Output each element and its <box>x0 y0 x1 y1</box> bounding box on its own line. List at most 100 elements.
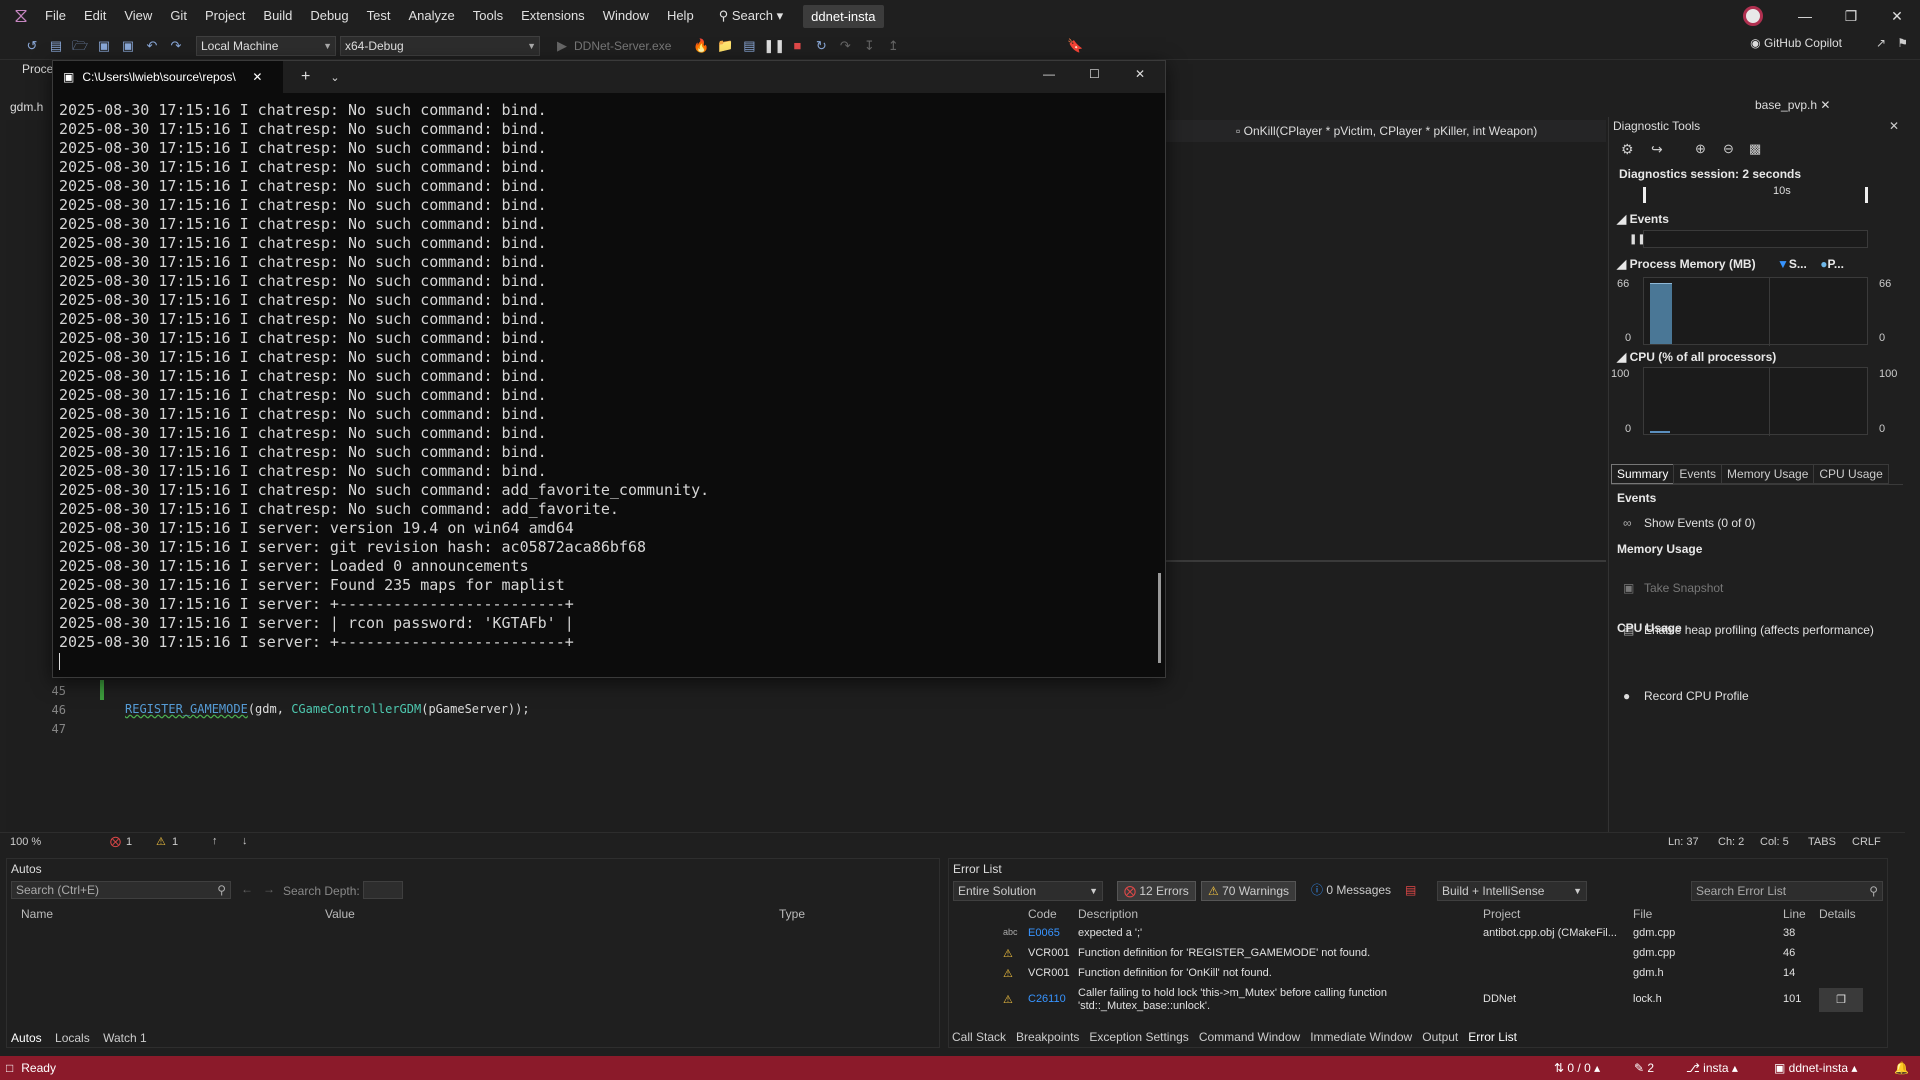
start-debug-icon[interactable]: ▶ <box>552 36 572 56</box>
menu-debug[interactable]: Debug <box>301 0 357 32</box>
tab-call-stack[interactable]: Call Stack <box>952 1030 1006 1044</box>
tab-events[interactable]: Events <box>1673 464 1723 484</box>
terminal-minimize-icon[interactable]: — <box>1043 67 1055 81</box>
menu-tools[interactable]: Tools <box>464 0 512 32</box>
tab-error-list[interactable]: Error List <box>1468 1030 1517 1044</box>
menu-test[interactable]: Test <box>358 0 400 32</box>
warnings-filter-button[interactable]: ⚠ 70 Warnings <box>1201 881 1297 901</box>
search-depth-select[interactable] <box>363 881 403 899</box>
sync-icon[interactable]: ⇅ 0 / 0 ▴ <box>1554 1061 1600 1075</box>
step-into-icon[interactable]: ↧ <box>859 36 879 56</box>
debug-target-combo[interactable]: Local Machine ▼ <box>196 35 336 56</box>
error-row[interactable]: ⚠ VCR001 Function definition for 'OnKill… <box>949 965 1887 985</box>
messages-filter-button[interactable]: ⓘ 0 Messages <box>1305 881 1397 901</box>
new-tab-icon[interactable]: + <box>301 68 310 86</box>
menu-build[interactable]: Build <box>254 0 301 32</box>
terminal-scrollbar[interactable] <box>1158 573 1161 663</box>
step-over-icon[interactable]: ↷ <box>835 36 855 56</box>
share-icon[interactable]: ↗ <box>1876 36 1886 50</box>
folder-icon[interactable]: 📁 <box>715 36 735 56</box>
tab-memory-usage[interactable]: Memory Usage <box>1721 464 1815 484</box>
reset-view-icon[interactable]: ▩ <box>1749 141 1761 157</box>
show-events-link[interactable]: ∞ Show Events (0 of 0) <box>1609 516 1905 530</box>
error-code[interactable]: E0065 <box>1028 927 1060 939</box>
line-ending[interactable]: CRLF <box>1852 836 1881 848</box>
col-project[interactable]: Project <box>1483 907 1520 921</box>
member-navigation-bar[interactable]: ▫ OnKill(CPlayer * pVictim, CPlayer * pK… <box>1166 120 1606 142</box>
menu-view[interactable]: View <box>115 0 161 32</box>
branch-indicator[interactable]: ⎇ insta ▴ <box>1686 1061 1738 1075</box>
copilot-button[interactable]: ◉ GitHub Copilot <box>1750 36 1842 50</box>
source-select[interactable]: Build + IntelliSense ▼ <box>1437 881 1587 901</box>
code-line-46[interactable]: REGISTER_GAMEMODE(gdm, CGameControllerGD… <box>125 702 530 716</box>
tab-locals[interactable]: Locals <box>55 1031 90 1045</box>
menu-help[interactable]: Help <box>658 0 703 32</box>
copy-details-icon[interactable]: ❐ <box>1819 988 1863 1012</box>
pause-icon[interactable]: ❚❚ <box>763 36 785 56</box>
tab-summary[interactable]: Summary <box>1611 464 1675 484</box>
close-icon[interactable]: ✕ <box>1874 0 1920 32</box>
zoom-level[interactable]: 100 % <box>10 836 41 848</box>
error-code[interactable]: C26110 <box>1028 993 1066 1005</box>
stop-icon[interactable]: ■ <box>787 36 807 56</box>
record-cpu-button[interactable]: ● Record CPU Profile <box>1609 689 1905 703</box>
bookmark-icon[interactable]: 🔖 <box>1065 36 1085 56</box>
menu-edit[interactable]: Edit <box>75 0 115 32</box>
warning-count[interactable]: 1 <box>172 836 178 848</box>
tab-exception-settings[interactable]: Exception Settings <box>1089 1030 1188 1044</box>
zoom-in-icon[interactable]: ⊕ <box>1695 141 1706 157</box>
terminal-window[interactable]: ▣ C:\Users\lwieb\source\repos\ ✕ + ⌄ — ☐… <box>52 60 1166 678</box>
forward-arrow-icon[interactable]: → <box>263 882 275 896</box>
menu-git[interactable]: Git <box>161 0 196 32</box>
menu-analyze[interactable]: Analyze <box>399 0 463 32</box>
redo-icon[interactable]: ↷ <box>166 36 186 56</box>
prev-issue-icon[interactable]: ↑ <box>212 835 218 847</box>
visual-studio-logo-icon[interactable]: ⧖ <box>6 0 36 32</box>
error-search-input[interactable]: Search Error List ⚲ <box>1691 881 1883 901</box>
dropdown-icon[interactable]: ⌄ <box>330 71 339 84</box>
zoom-out-icon[interactable]: ⊖ <box>1723 141 1734 157</box>
save-icon[interactable]: ▣ <box>94 36 114 56</box>
terminal-close-icon[interactable]: ✕ <box>1135 67 1145 81</box>
terminal-tab[interactable]: ▣ C:\Users\lwieb\source\repos\ ✕ <box>53 61 283 93</box>
settings-gear-icon[interactable]: ⚙ <box>1621 141 1634 158</box>
configuration-combo[interactable]: x64-Debug ▼ <box>340 35 540 56</box>
error-row[interactable]: abc E0065 expected a ';' antibot.cpp.obj… <box>949 925 1887 945</box>
account-avatar[interactable] <box>1743 6 1763 26</box>
scope-select[interactable]: Entire Solution ▼ <box>953 881 1103 901</box>
repo-indicator[interactable]: ▣ ddnet-insta ▴ <box>1774 1061 1857 1075</box>
terminal-output[interactable]: 2025-08-30 17:15:16 I chatresp: No such … <box>59 101 1151 669</box>
tab-close-icon[interactable]: ✕ <box>252 70 262 84</box>
file-tab-base-pvp[interactable]: base_pvp.h ✕ <box>1755 98 1830 112</box>
startup-item[interactable]: DDNet-Server.exe <box>574 39 671 53</box>
menu-project[interactable]: Project <box>196 0 254 32</box>
tab-immediate-window[interactable]: Immediate Window <box>1310 1030 1412 1044</box>
left-tab-fragment[interactable]: Proce <box>22 62 53 76</box>
indent-mode[interactable]: TABS <box>1808 836 1836 848</box>
panel-close-icon[interactable]: ✕ <box>1889 119 1899 133</box>
col-details[interactable]: Details <box>1819 907 1856 921</box>
search-button[interactable]: ⚲ Search ▾ <box>711 8 791 24</box>
menu-window[interactable]: Window <box>594 0 658 32</box>
undo-icon[interactable]: ↶ <box>142 36 162 56</box>
open-icon[interactable]: 🗁 <box>70 36 90 56</box>
timeline-ruler[interactable] <box>1643 187 1868 203</box>
cpu-heading[interactable]: ◢ CPU (% of all processors) <box>1609 350 1776 364</box>
menu-extensions[interactable]: Extensions <box>512 0 594 32</box>
col-line[interactable]: Line <box>1783 907 1806 921</box>
file-tab-gdm-h[interactable]: gdm.h <box>10 100 43 114</box>
tab-output[interactable]: Output <box>1422 1030 1458 1044</box>
new-item-icon[interactable]: ▤ <box>46 36 66 56</box>
back-arrow-icon[interactable]: ← <box>241 882 253 896</box>
changes-icon[interactable]: ✎ 2 <box>1634 1061 1654 1075</box>
step-out-icon[interactable]: ↥ <box>883 36 903 56</box>
col-code[interactable]: Code <box>1028 907 1057 921</box>
restart-icon[interactable]: ↻ <box>811 36 831 56</box>
filter-icon[interactable]: ▤ <box>1405 883 1416 897</box>
next-issue-icon[interactable]: ↓ <box>242 835 248 847</box>
terminal-maximize-icon[interactable]: ☐ <box>1089 67 1100 81</box>
autos-search-input[interactable]: Search (Ctrl+E) ⚲ <box>11 881 231 899</box>
save-all-icon[interactable]: ▣ <box>118 36 138 56</box>
tab-autos[interactable]: Autos <box>11 1031 42 1045</box>
events-heading[interactable]: ◢ Events <box>1609 212 1669 226</box>
